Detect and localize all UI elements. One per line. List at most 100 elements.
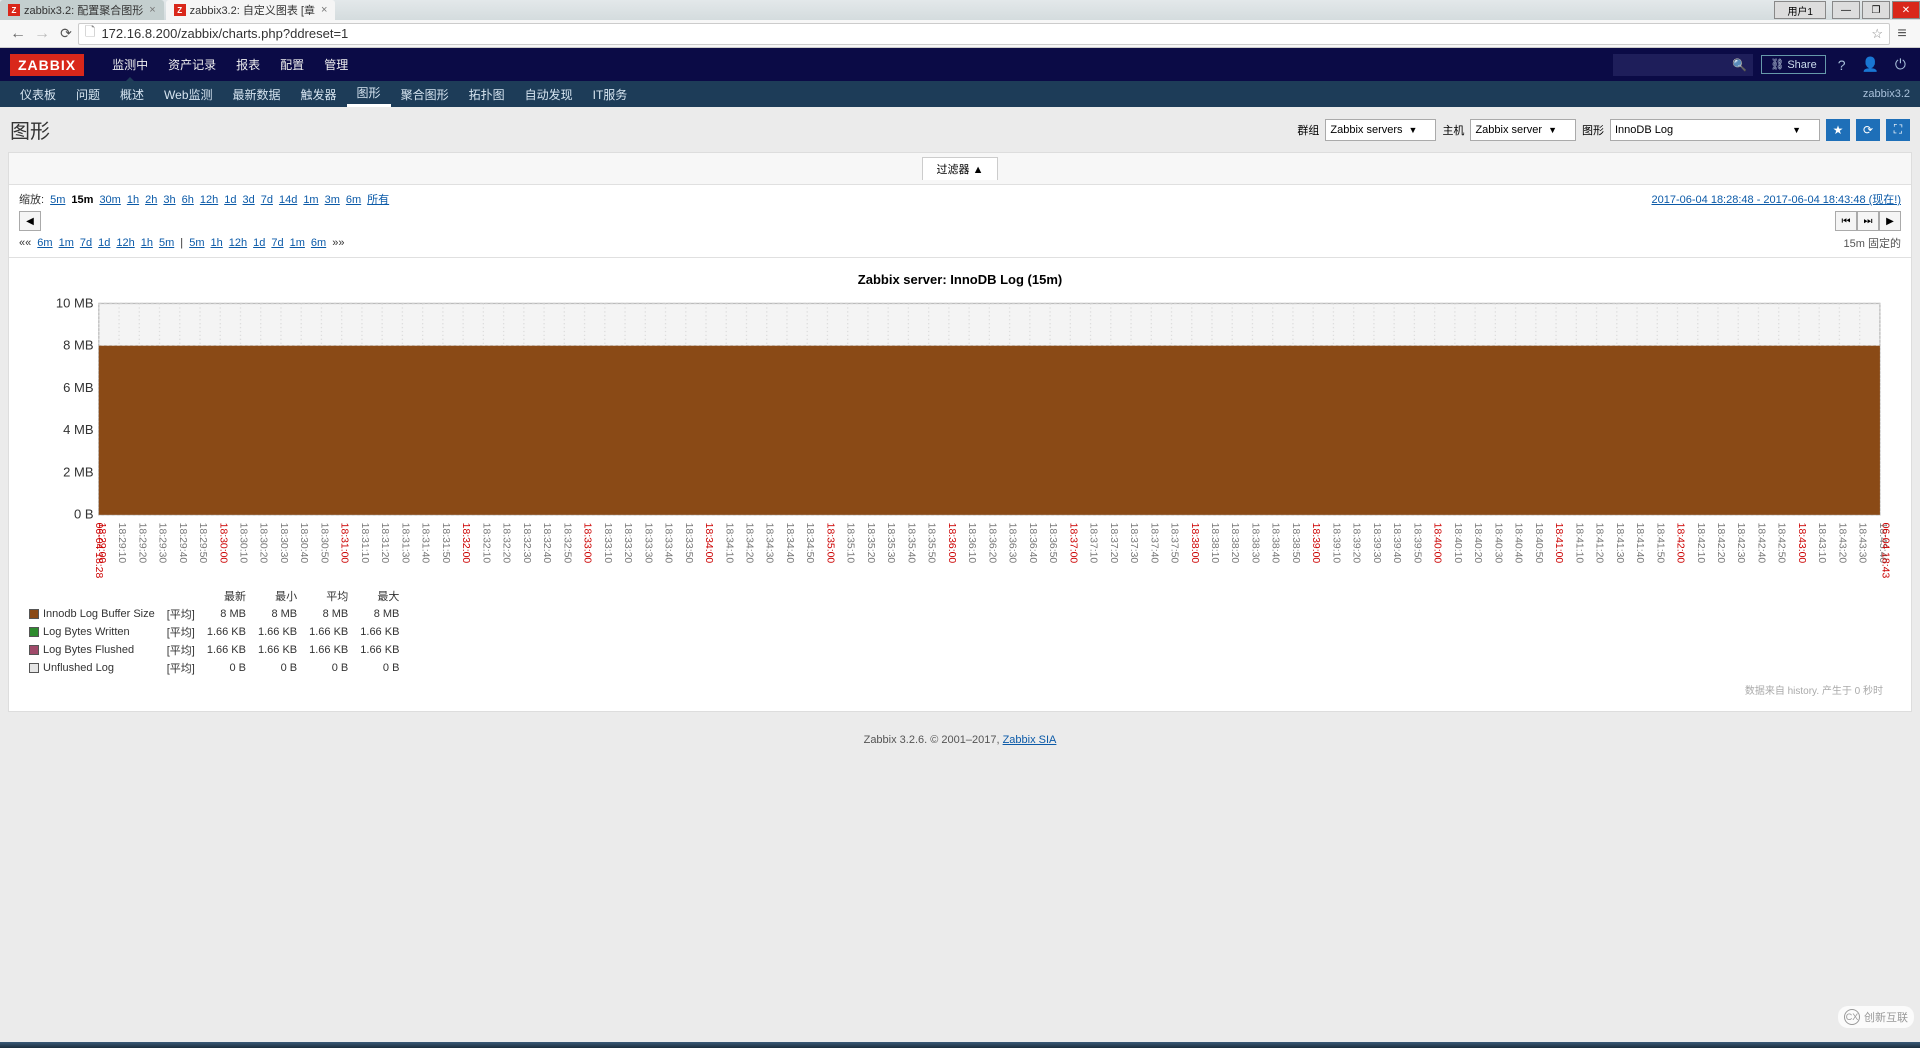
svg-text:06-04 18:28: 06-04 18:28 — [93, 523, 104, 579]
nav-fwd-link[interactable]: 1m — [290, 237, 305, 249]
sub-menu-item[interactable]: 概述 — [110, 81, 154, 107]
sub-menu-item[interactable]: 触发器 — [291, 81, 347, 107]
help-icon[interactable]: ? — [1834, 57, 1850, 73]
fullscreen-button[interactable]: ⛶ — [1886, 119, 1910, 141]
nav-fwd-link[interactable]: 1d — [253, 237, 265, 249]
sub-menu-item[interactable]: Web监测 — [154, 81, 222, 107]
zoom-link[interactable]: 5m — [50, 194, 65, 206]
maximize-button[interactable]: ❐ — [1862, 1, 1890, 19]
zoom-link[interactable]: 6h — [182, 194, 194, 206]
close-icon[interactable]: × — [321, 4, 327, 16]
zoom-link[interactable]: 7d — [261, 194, 273, 206]
zoom-link[interactable]: 3h — [163, 194, 175, 206]
svg-text:18:39:20: 18:39:20 — [1351, 523, 1362, 564]
zoom-link[interactable]: 3m — [325, 194, 340, 206]
graph-select[interactable]: InnoDB Log▼ — [1610, 119, 1820, 141]
svg-text:18:29:50: 18:29:50 — [197, 523, 208, 564]
nav-fwd-link[interactable]: 6m — [311, 237, 326, 249]
nav-back-link[interactable]: 7d — [80, 237, 92, 249]
chrome-user-button[interactable]: 用户1 — [1774, 1, 1826, 19]
chart-legend: 最新最小平均最大Innodb Log Buffer Size[平均]8 MB8 … — [27, 586, 411, 678]
svg-text:18:34:20: 18:34:20 — [743, 523, 754, 564]
minimize-button[interactable]: — — [1832, 1, 1860, 19]
address-bar[interactable]: 🗋 172.16.8.200/zabbix/charts.php?ddreset… — [78, 23, 1890, 45]
page-header: 图形 群组 Zabbix servers▼ 主机 Zabbix server▼ … — [0, 107, 1920, 152]
nav-fwd-link[interactable]: 12h — [229, 237, 247, 249]
browser-tab-active[interactable]: Z zabbix3.2: 自定义图表 [章 × — [166, 0, 336, 20]
zoom-link[interactable]: 2h — [145, 194, 157, 206]
time-forward-button[interactable]: ▶ — [1879, 211, 1901, 231]
zoom-link[interactable]: 1d — [224, 194, 236, 206]
sub-menu-item[interactable]: 最新数据 — [223, 81, 291, 107]
zoom-link[interactable]: 1m — [303, 194, 318, 206]
svg-text:18:36:20: 18:36:20 — [986, 523, 997, 564]
time-step-back-button[interactable]: ⏮ — [1835, 211, 1857, 231]
page-title: 图形 — [10, 115, 50, 144]
svg-text:18:37:40: 18:37:40 — [1148, 523, 1159, 564]
sub-menu-item[interactable]: 拓扑图 — [459, 81, 515, 107]
site-info-icon: 🗋 — [85, 23, 95, 45]
zoom-link[interactable]: 30m — [99, 194, 120, 206]
time-back-button[interactable]: ◀ — [19, 211, 41, 231]
user-icon[interactable]: 👤 — [1857, 56, 1882, 73]
logout-icon[interactable]: ⏻ — [1891, 56, 1910, 73]
share-button[interactable]: ⛓ Share — [1761, 55, 1825, 74]
zoom-link[interactable]: 1h — [127, 194, 139, 206]
tab-title: zabbix3.2: 配置聚合图形 — [24, 2, 143, 18]
nav-back-link[interactable]: 1m — [59, 237, 74, 249]
sub-menu-item[interactable]: 聚合图形 — [391, 81, 459, 107]
nav-fwd-link[interactable]: 7d — [271, 237, 283, 249]
zoom-link[interactable]: 14d — [279, 194, 297, 206]
zoom-link[interactable]: 3d — [242, 194, 254, 206]
svg-text:18:36:40: 18:36:40 — [1027, 523, 1038, 564]
back-button[interactable]: ← — [6, 25, 30, 43]
sub-menu-item[interactable]: 图形 — [347, 81, 391, 107]
sub-menu-item[interactable]: 自动发现 — [515, 81, 583, 107]
close-window-button[interactable]: ✕ — [1892, 1, 1920, 19]
sub-menu-item[interactable]: 问题 — [66, 81, 110, 107]
page-footer: Zabbix 3.2.6. © 2001–2017, Zabbix SIA — [0, 720, 1920, 760]
time-step-fwd-button[interactable]: ⏭ — [1857, 211, 1879, 231]
refresh-button[interactable]: ⟳ — [1856, 119, 1880, 141]
host-select[interactable]: Zabbix server▼ — [1470, 119, 1576, 141]
zoom-link[interactable]: 所有 — [367, 194, 389, 206]
svg-text:18:37:50: 18:37:50 — [1169, 523, 1180, 564]
svg-text:18:30:10: 18:30:10 — [237, 523, 248, 564]
top-menu-item[interactable]: 资产记录 — [158, 48, 226, 81]
sub-menu-item[interactable]: 仪表板 — [10, 81, 66, 107]
nav-fwd-link[interactable]: 1h — [211, 237, 223, 249]
footer-link[interactable]: Zabbix SIA — [1003, 734, 1057, 746]
group-select[interactable]: Zabbix servers▼ — [1325, 119, 1436, 141]
nav-back-link[interactable]: 6m — [37, 237, 52, 249]
zoom-link[interactable]: 6m — [346, 194, 361, 206]
zoom-link[interactable]: 15m — [71, 194, 93, 206]
favorite-button[interactable]: ★ — [1826, 119, 1850, 141]
svg-text:0 B: 0 B — [74, 507, 94, 522]
svg-text:18:42:20: 18:42:20 — [1715, 523, 1726, 564]
browser-tab[interactable]: Z zabbix3.2: 配置聚合图形 × — [0, 0, 164, 20]
top-menu-item[interactable]: 配置 — [270, 48, 314, 81]
host-label: 主机 — [1442, 122, 1464, 138]
nav-fwd-link[interactable]: 5m — [189, 237, 204, 249]
sub-menu-item[interactable]: IT服务 — [583, 81, 638, 107]
nav-back-link[interactable]: 5m — [159, 237, 174, 249]
nav-back-link[interactable]: 12h — [116, 237, 134, 249]
logo[interactable]: ZABBIX — [10, 54, 84, 76]
close-icon[interactable]: × — [149, 4, 155, 16]
reload-button[interactable]: ⟳ — [54, 25, 78, 42]
top-menu-item[interactable]: 监测中 — [102, 48, 158, 81]
nav-back-link[interactable]: 1d — [98, 237, 110, 249]
search-icon[interactable]: 🔍 — [1732, 58, 1747, 72]
top-menu-item[interactable]: 报表 — [226, 48, 270, 81]
forward-button[interactable]: → — [30, 25, 54, 43]
nav-back-link[interactable]: 1h — [141, 237, 153, 249]
zoom-link[interactable]: 12h — [200, 194, 218, 206]
time-range[interactable]: 2017-06-04 18:28:48 - 2017-06-04 18:43:4… — [1652, 191, 1902, 207]
top-menu-item[interactable]: 管理 — [314, 48, 358, 81]
tab-title: zabbix3.2: 自定义图表 [章 — [190, 2, 315, 18]
bookmark-icon[interactable]: ☆ — [1871, 26, 1883, 42]
browser-menu-icon[interactable]: ≡ — [1890, 25, 1914, 43]
filter-toggle[interactable]: 过滤器 ▲ — [922, 157, 999, 180]
favicon: Z — [174, 4, 186, 16]
svg-text:18:33:40: 18:33:40 — [663, 523, 674, 564]
